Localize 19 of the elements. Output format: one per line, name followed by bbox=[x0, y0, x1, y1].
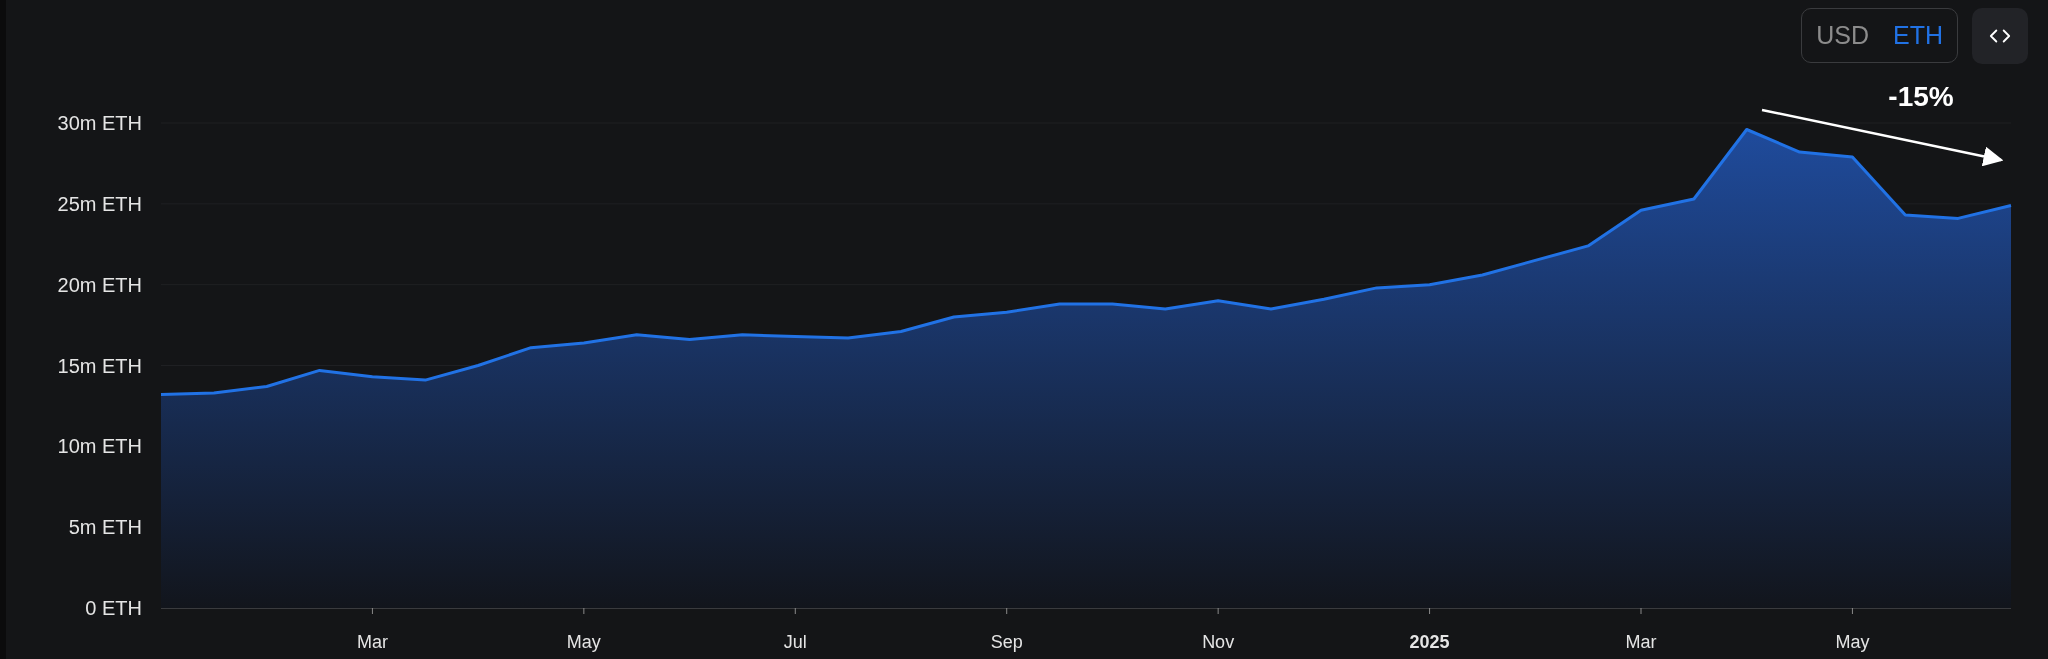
embed-button[interactable] bbox=[1972, 8, 2028, 64]
annotation-label: -15% bbox=[1888, 81, 1954, 112]
x-axis-label: Nov bbox=[1202, 632, 1235, 652]
currency-option[interactable]: ETH bbox=[1893, 16, 1943, 55]
x-axis-label: Mar bbox=[1625, 632, 1657, 652]
y-axis-label: 30m ETH bbox=[57, 112, 142, 134]
y-axis-label: 5m ETH bbox=[68, 516, 142, 539]
x-axis-label: Jul bbox=[783, 632, 807, 652]
y-axis-label: 0 ETH bbox=[85, 597, 142, 619]
y-axis-label: 15m ETH bbox=[57, 354, 142, 377]
y-axis-label: 25m ETH bbox=[57, 192, 142, 215]
y-axis-label: 20m ETH bbox=[57, 273, 142, 296]
x-axis-label: Mar bbox=[356, 632, 388, 652]
x-axis-label: Sep bbox=[990, 632, 1023, 652]
x-axis-label: May bbox=[1835, 632, 1870, 652]
x-axis-label: May bbox=[566, 632, 601, 652]
x-axis-label: 2025 bbox=[1409, 632, 1450, 652]
y-axis-label: 10m ETH bbox=[57, 435, 142, 458]
currency-option[interactable]: USD bbox=[1816, 16, 1869, 55]
